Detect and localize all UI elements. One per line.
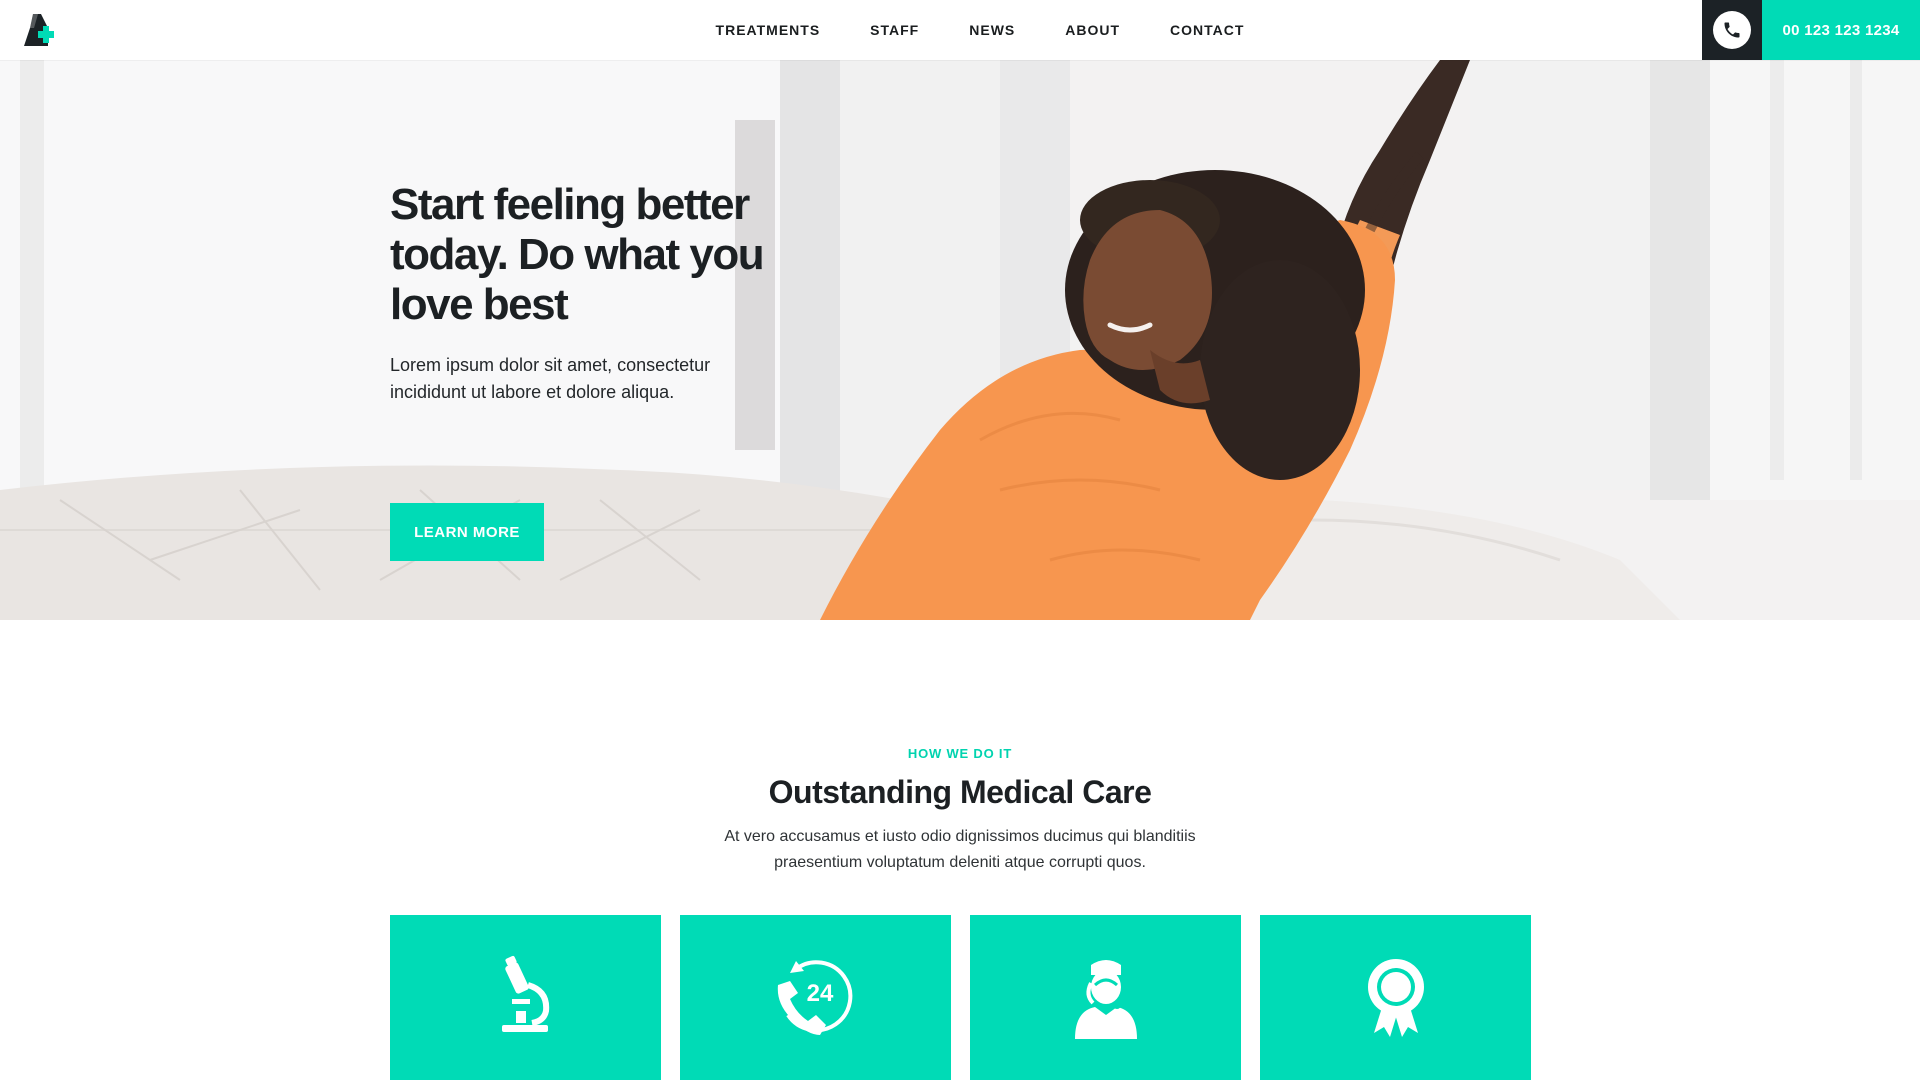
nav-item-about[interactable]: ABOUT <box>1065 22 1120 38</box>
24-hours-label: 24 <box>806 980 833 1007</box>
nav-item-contact[interactable]: CONTACT <box>1170 22 1244 38</box>
phone-icon <box>1713 11 1751 49</box>
woman-stretching-on-sofa-photo <box>0 60 1920 620</box>
nav-item-staff[interactable]: STAFF <box>870 22 919 38</box>
learn-more-button[interactable]: LEARN MORE <box>390 503 544 561</box>
phone-button[interactable] <box>1702 0 1762 60</box>
nurse-icon <box>1074 960 1137 1039</box>
section-title: Outstanding Medical Care <box>768 774 1152 810</box>
award-ribbon-icon <box>1367 959 1424 1037</box>
main-nav: TREATMENTS STAFF NEWS ABOUT CONTACT <box>0 0 1920 60</box>
microscope-icon <box>501 955 549 1032</box>
service-cards: 24 <box>390 915 1531 1080</box>
hero-section: Start feeling better today. Do what you … <box>0 60 1920 620</box>
phone-24-hours-icon: 24 <box>777 960 852 1035</box>
site-header: TREATMENTS STAFF NEWS ABOUT CONTACT 00 1… <box>0 0 1920 60</box>
service-card-award[interactable] <box>1260 915 1531 1080</box>
hero-text: Lorem ipsum dolor sit amet, consectetur … <box>390 355 711 402</box>
section-text: At vero accusamus et iusto odio dignissi… <box>724 828 1196 871</box>
service-card-24-hours[interactable]: 24 <box>680 915 951 1080</box>
nav-item-treatments[interactable]: TREATMENTS <box>716 22 821 38</box>
section-eyebrow: HOW WE DO IT <box>907 746 1013 761</box>
hero-title: Start feeling better today. Do what you … <box>390 180 765 329</box>
service-card-nurse[interactable] <box>970 915 1241 1080</box>
service-card-microscope[interactable] <box>390 915 661 1080</box>
nav-item-news[interactable]: NEWS <box>969 22 1015 38</box>
medical-cross-logo-icon[interactable] <box>24 14 60 46</box>
phone-number[interactable]: 00 123 123 1234 <box>1762 0 1920 60</box>
